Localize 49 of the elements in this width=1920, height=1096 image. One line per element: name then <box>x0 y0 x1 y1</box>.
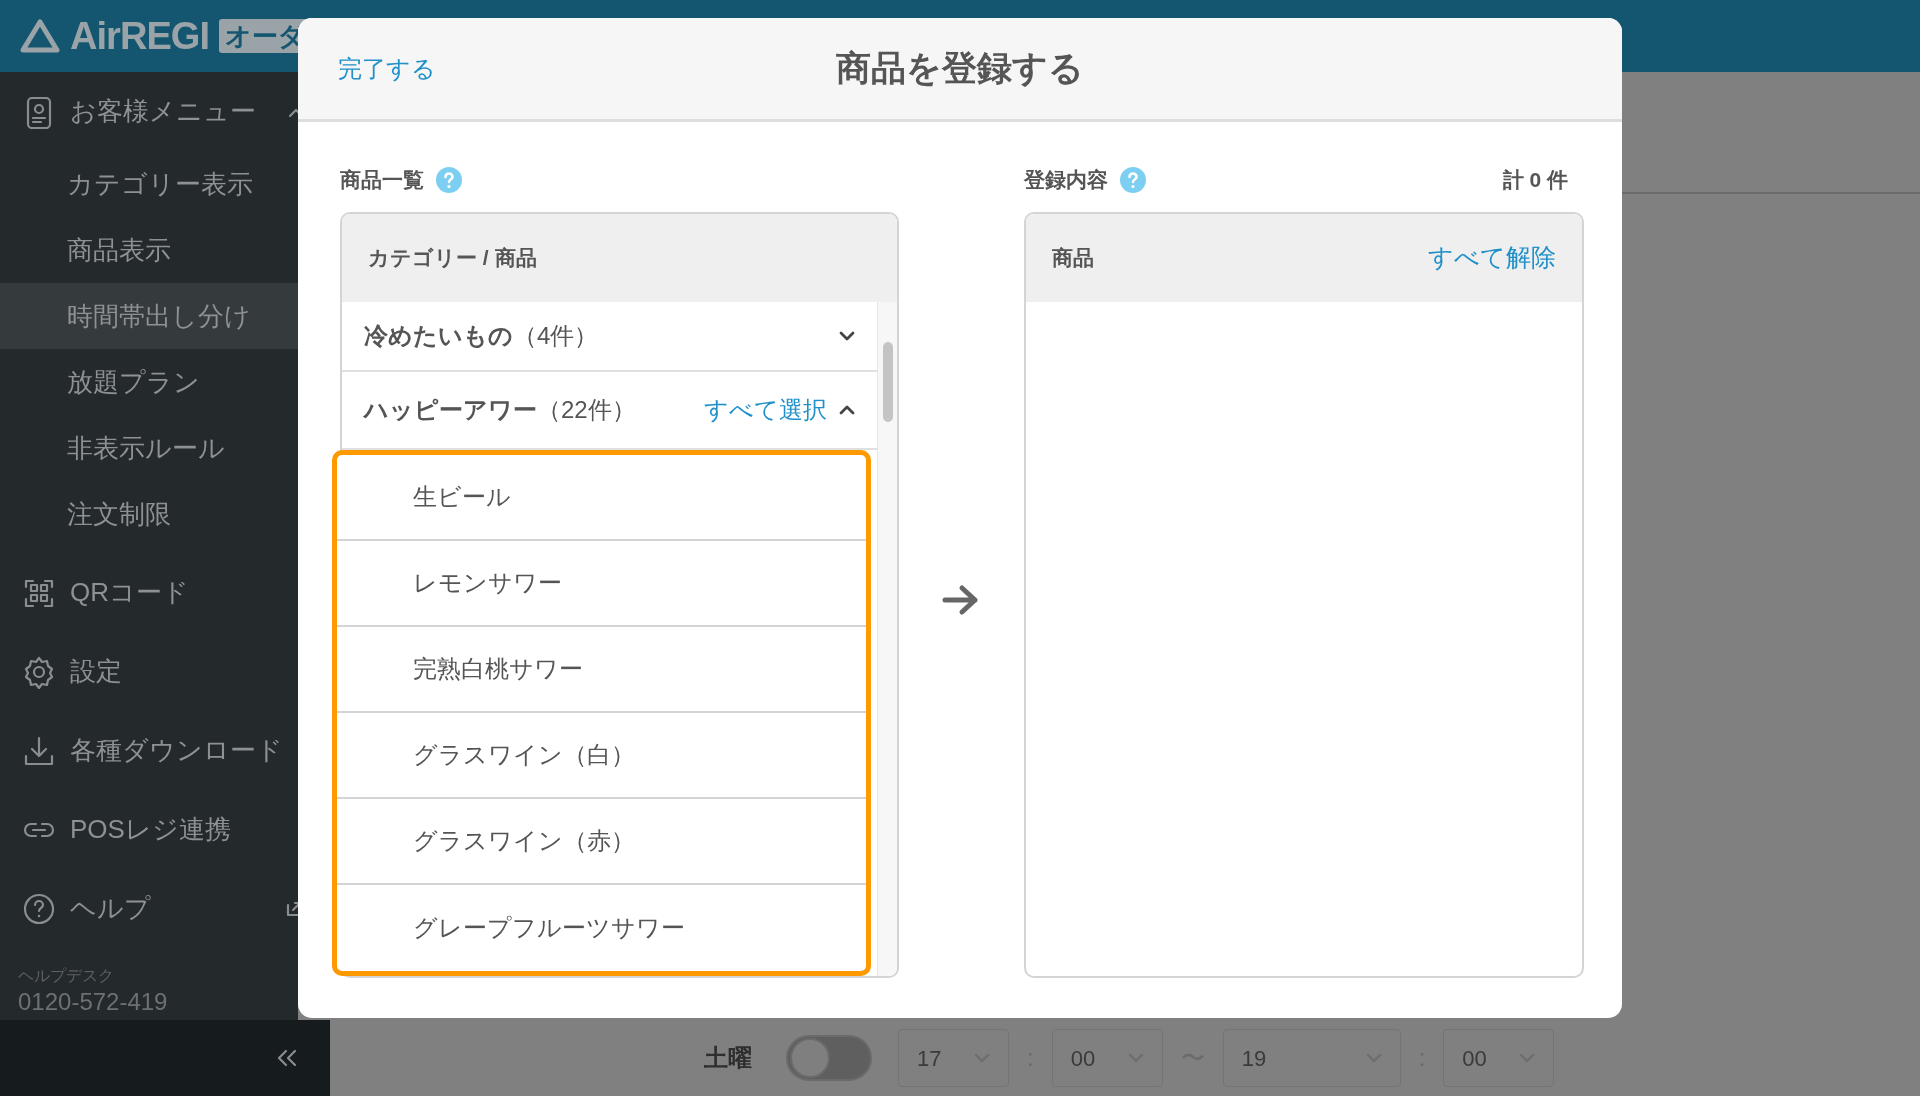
sidebar-subitem[interactable]: 注文制限 <box>0 481 298 547</box>
product-item[interactable]: レモンサワー <box>337 541 866 627</box>
settings-icon <box>22 654 56 689</box>
sidebar-subitem[interactable]: 商品表示 <box>0 217 298 283</box>
separator-text: : <box>1026 1043 1035 1073</box>
product-item[interactable]: 生ビール <box>337 455 866 541</box>
toggle-switch[interactable] <box>786 1035 872 1081</box>
separator-text: 〜 <box>1179 1043 1206 1073</box>
modal-title: 商品を登録する <box>836 47 1084 90</box>
logo-icon <box>20 18 60 54</box>
product-item[interactable]: 完熟白桃サワー <box>337 627 866 713</box>
category-name: ハッピーアワー（22件） <box>364 395 636 426</box>
column-header: 商品 <box>1052 245 1094 272</box>
sidebar-item[interactable]: お客様メニュー <box>0 72 298 151</box>
total-count: 計 0 件 <box>1502 167 1569 194</box>
scrollbar-thumb[interactable] <box>882 342 893 422</box>
select-all-link[interactable]: すべて選択 <box>704 392 827 429</box>
help-icon <box>22 891 56 926</box>
product-item[interactable]: グラスワイン（白） <box>337 713 866 799</box>
sidebar-item[interactable]: 設定 <box>0 632 298 711</box>
help-icon <box>1120 167 1146 193</box>
sidebar-subitem[interactable]: カテゴリー表示 <box>0 151 298 217</box>
sidebar-subitem[interactable]: 非表示ルール <box>0 415 298 481</box>
helpdesk-phone: 0120-572-419 <box>17 988 169 1016</box>
chevron-up-icon <box>839 405 855 416</box>
help-icon <box>436 167 462 193</box>
sidebar-item[interactable]: POSレジ連携 <box>0 790 298 869</box>
time-select[interactable]: 17 <box>898 1029 1009 1087</box>
section-label: 登録内容 <box>1024 167 1108 194</box>
column-header: カテゴリー / 商品 <box>368 245 537 272</box>
clear-all-link[interactable]: すべて解除 <box>1428 239 1556 277</box>
sidebar-item[interactable]: 各種ダウンロード <box>0 711 298 790</box>
separator-text: : <box>1417 1043 1427 1073</box>
time-select[interactable]: 00 <box>1443 1029 1555 1087</box>
product-item[interactable]: グラスワイン（赤） <box>337 799 866 885</box>
double-chevron-left-icon <box>276 1049 298 1067</box>
time-select[interactable]: 00 <box>1051 1029 1163 1087</box>
sidebar-item[interactable]: ヘルプ <box>0 869 298 948</box>
done-link[interactable]: 完了する <box>338 50 436 87</box>
section-label: 商品一覧 <box>340 167 424 194</box>
sidebar-subitem[interactable]: 時間帯出し分け <box>0 283 298 349</box>
time-select[interactable]: 19 <box>1222 1029 1401 1087</box>
chevron-down-icon <box>839 331 855 342</box>
sidebar-item[interactable]: QRコード <box>0 553 298 632</box>
logo-text: AirREGI <box>70 13 210 59</box>
category-name: 冷めたいもの（4件） <box>364 321 599 352</box>
day-label: 土曜 <box>704 1043 753 1073</box>
product-item[interactable]: グレープフルーツサワー <box>337 885 866 971</box>
sidebar-subitem[interactable]: 放題プラン <box>0 349 298 415</box>
